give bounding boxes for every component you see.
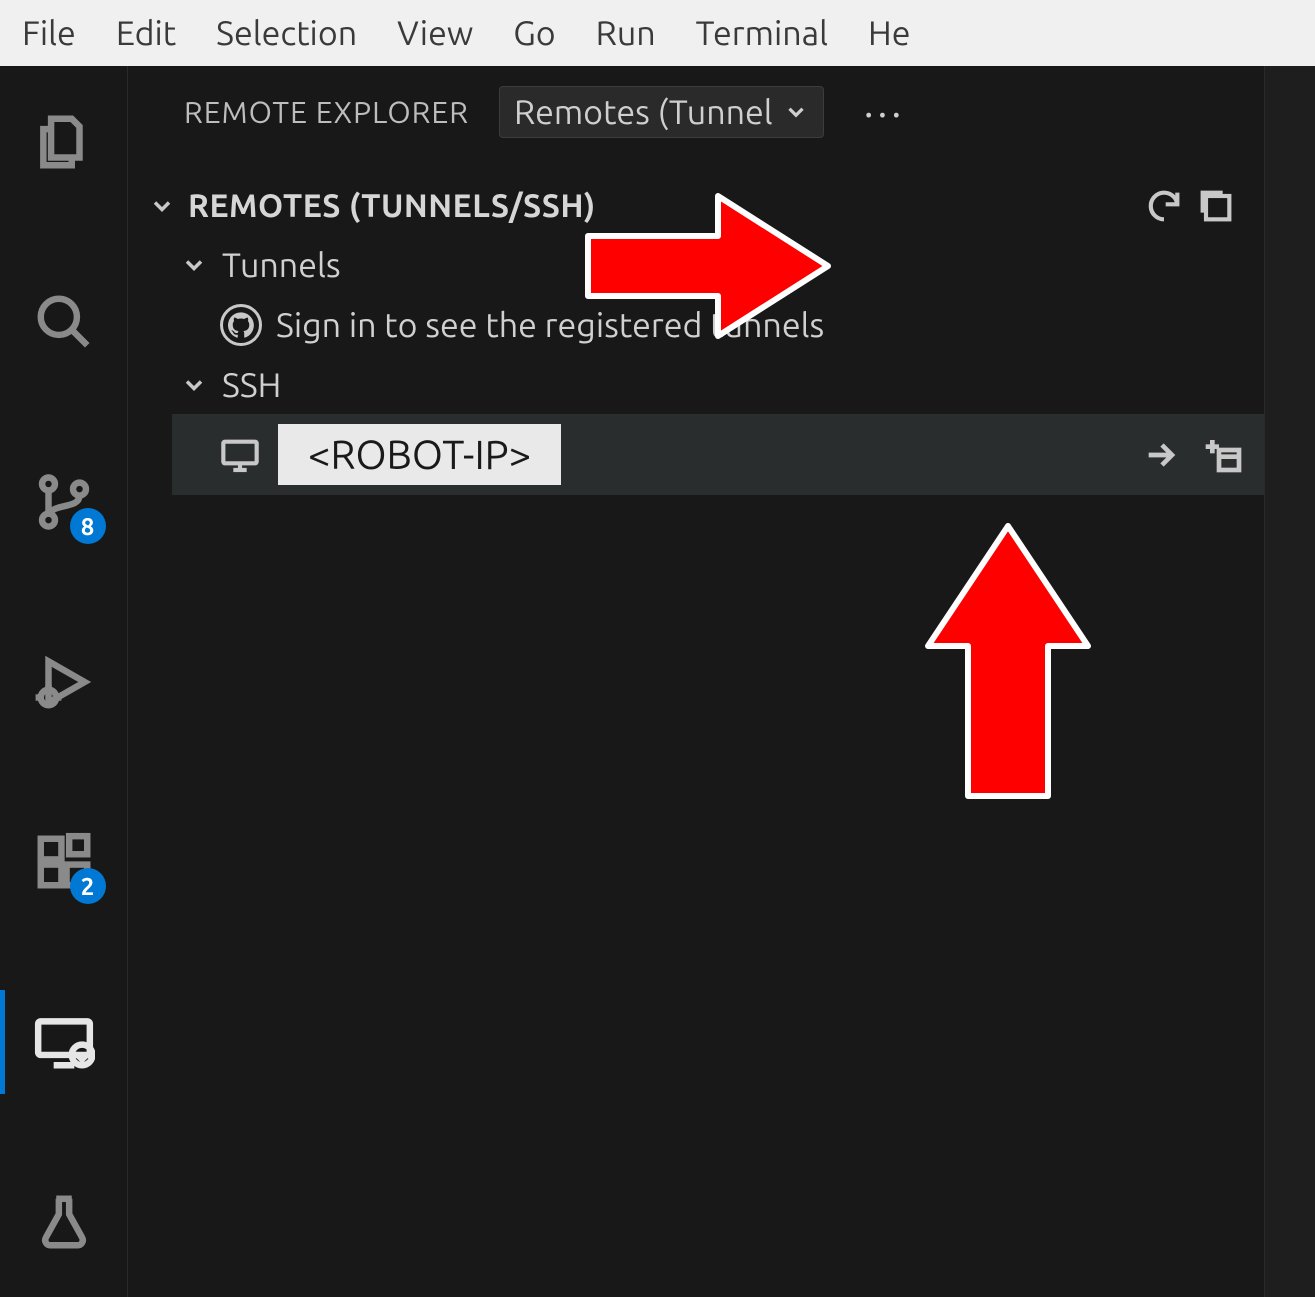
menu-run[interactable]: Run [596, 14, 656, 52]
remote-explorer-icon [33, 1011, 95, 1073]
annotation-arrow-right [568, 186, 848, 346]
menu-selection[interactable]: Selection [216, 14, 357, 52]
annotation-arrow-up [918, 516, 1098, 816]
extensions-badge: 2 [70, 868, 106, 904]
files-icon [33, 111, 95, 173]
menu-view[interactable]: View [397, 14, 473, 52]
scm-badge: 8 [70, 508, 106, 544]
ssh-label: SSH [222, 366, 1244, 404]
chevron-down-icon [180, 371, 208, 399]
dropdown-label: Remotes (Tunnel [514, 93, 773, 131]
open-new-window-icon[interactable] [1204, 435, 1244, 475]
beaker-icon [33, 1191, 95, 1253]
sidebar-header: REMOTE EXPLORER Remotes (Tunnel ··· [128, 66, 1264, 146]
ssh-host-row[interactable]: <ROBOT-IP> [172, 414, 1264, 495]
chevron-down-icon [148, 192, 176, 220]
menu-go[interactable]: Go [513, 14, 555, 52]
activity-search[interactable] [24, 282, 104, 362]
tree-node-ssh[interactable]: SSH [172, 356, 1264, 414]
activity-explorer[interactable] [24, 102, 104, 182]
sidebar-title: REMOTE EXPLORER [184, 95, 469, 129]
remote-type-dropdown[interactable]: Remotes (Tunnel [499, 86, 824, 138]
menu-terminal[interactable]: Terminal [696, 14, 828, 52]
section-title: REMOTES (TUNNELS/SSH) [188, 188, 596, 224]
activity-source-control[interactable]: 8 [24, 462, 104, 542]
ssh-host-actions [1142, 435, 1244, 475]
monitor-icon [220, 435, 260, 475]
activity-testing[interactable] [24, 1182, 104, 1262]
menubar: File Edit Selection View Go Run Terminal… [0, 0, 1315, 66]
menu-file[interactable]: File [22, 14, 76, 52]
menu-help[interactable]: He [868, 14, 910, 52]
activity-remote-explorer[interactable] [24, 1002, 104, 1082]
new-window-icon[interactable] [1196, 186, 1236, 226]
chevron-down-icon [180, 251, 208, 279]
connect-arrow-icon[interactable] [1142, 435, 1182, 475]
editor-gutter [1265, 66, 1315, 1297]
remote-explorer-panel: REMOTE EXPLORER Remotes (Tunnel ··· REMO… [128, 66, 1265, 1297]
refresh-icon[interactable] [1144, 186, 1184, 226]
activity-bar: 8 2 [0, 66, 128, 1297]
activity-run-debug[interactable] [24, 642, 104, 722]
github-icon [220, 304, 262, 346]
activity-extensions[interactable]: 2 [24, 822, 104, 902]
more-actions-button[interactable]: ··· [854, 90, 916, 135]
search-icon [33, 291, 95, 353]
debug-icon [33, 651, 95, 713]
menu-edit[interactable]: Edit [116, 14, 176, 52]
main-area: 8 2 REMOTE EXPLORER Remotes (Tunnel ··· [0, 66, 1315, 1297]
ssh-host-label: <ROBOT-IP> [278, 424, 561, 485]
chevron-down-icon [783, 99, 809, 125]
